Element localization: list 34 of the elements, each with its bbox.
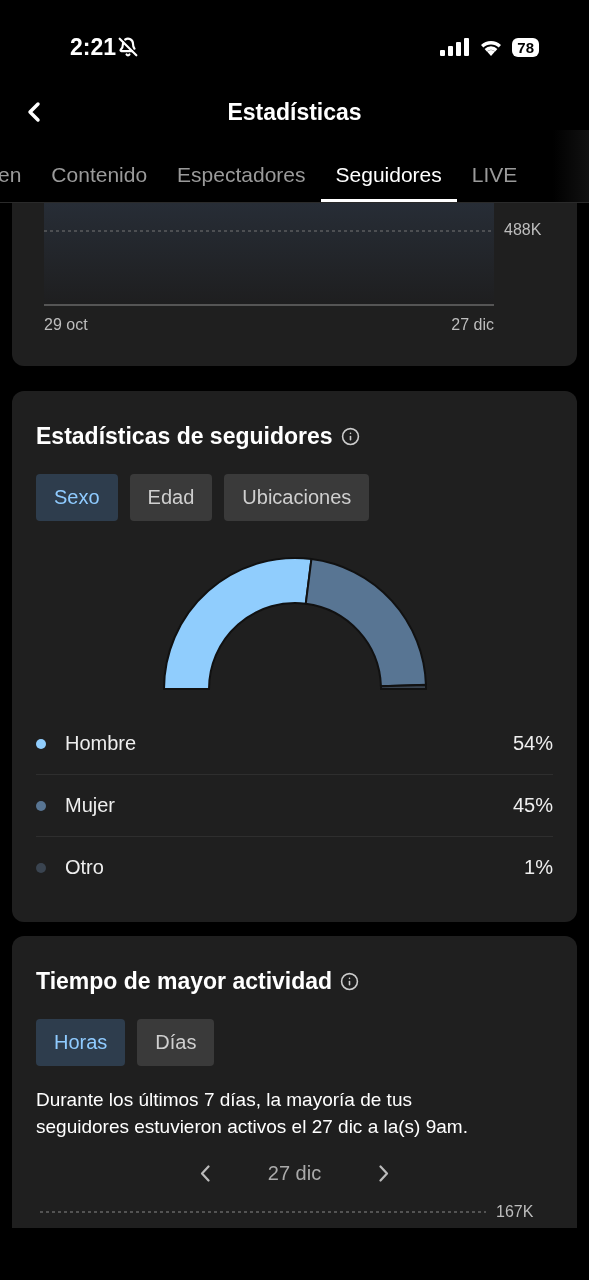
filter-chip[interactable]: Días <box>137 1019 215 1066</box>
status-time: 2:21 <box>70 33 117 61</box>
card-title: Tiempo de mayor actividad <box>36 968 333 995</box>
filter-chip[interactable]: Edad <box>129 474 213 521</box>
axis-label: 488K <box>504 221 542 239</box>
info-icon[interactable] <box>340 427 360 446</box>
battery-level: 78 <box>512 37 539 57</box>
date-label: 27 dic <box>267 1162 322 1185</box>
legend-value: 45% <box>512 794 553 817</box>
axis-label: 29 oct <box>44 316 88 334</box>
info-icon[interactable] <box>340 972 360 991</box>
tab[interactable]: Espectadores <box>162 163 321 202</box>
chevron-right-icon <box>379 1165 390 1182</box>
legend-value: 54% <box>512 732 553 755</box>
filter-chip[interactable]: Sexo <box>36 474 118 521</box>
tab[interactable]: LIVE <box>456 163 533 202</box>
activity-summary: Durante los últimos 7 días, la mayoría de tus seguidores estuvieron activos el 27 dic a la(s) 9am. <box>36 1088 469 1139</box>
wifi-icon <box>479 38 504 56</box>
tab[interactable]: Contenido <box>36 163 163 202</box>
chevron-left-icon <box>199 1165 210 1182</box>
next-button[interactable] <box>379 1165 390 1182</box>
axis-label: 27 dic <box>451 316 494 334</box>
legend-label: Otro <box>65 856 105 879</box>
legend-label: Hombre <box>65 732 138 755</box>
previous-button[interactable] <box>199 1165 210 1182</box>
axis-label: 167K <box>496 1203 534 1221</box>
card-title: Estadísticas de seguidores <box>36 423 333 450</box>
filter-chip[interactable]: Horas <box>36 1019 126 1066</box>
legend-value: 1% <box>524 856 553 879</box>
filter-chip[interactable]: Ubicaciones <box>224 474 370 521</box>
bell-off-icon <box>118 37 139 57</box>
legend-label: Mujer <box>65 794 116 817</box>
signal-icon <box>440 38 471 56</box>
page-title: Estadísticas <box>227 98 362 126</box>
